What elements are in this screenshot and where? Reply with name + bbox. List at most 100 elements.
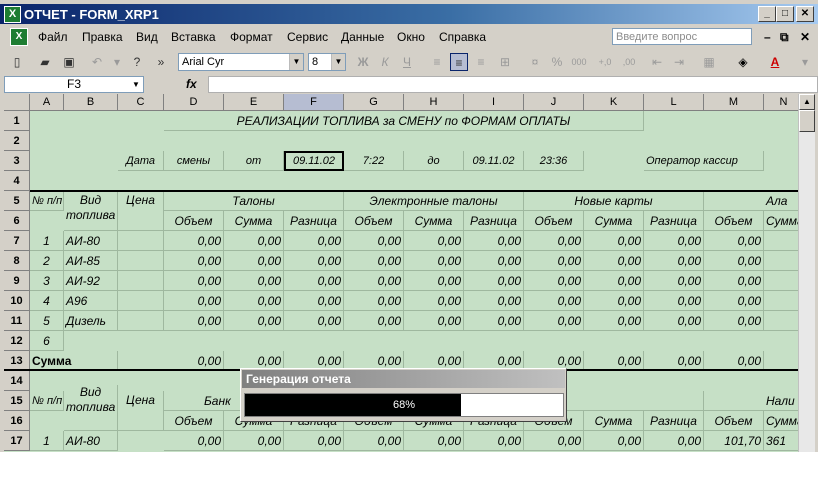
chevron-down-icon[interactable]: ▼: [331, 54, 345, 70]
value-cell[interactable]: 0,00: [584, 431, 644, 451]
chevron-down-icon[interactable]: ▼: [289, 54, 303, 70]
value-cell[interactable]: 0,00: [404, 251, 464, 271]
value-cell[interactable]: 0,00: [164, 251, 224, 271]
total-cell[interactable]: 0,00: [584, 351, 644, 371]
num-header[interactable]: № п/п: [30, 191, 64, 211]
column-header-l[interactable]: L: [644, 94, 704, 111]
menu-data[interactable]: Данные: [341, 30, 384, 44]
price-cell[interactable]: [118, 251, 164, 271]
thousands-button[interactable]: 000: [570, 53, 588, 71]
decrease-indent-icon[interactable]: ⇤: [648, 53, 666, 71]
value-cell[interactable]: 0,00: [284, 431, 344, 451]
scroll-thumb[interactable]: [799, 110, 815, 132]
column-header-j[interactable]: J: [524, 94, 584, 111]
fuel-type-cell[interactable]: Дизель: [64, 311, 118, 331]
value-cell[interactable]: 0,00: [704, 271, 764, 291]
workbook-icon[interactable]: X: [10, 28, 28, 46]
value-cell[interactable]: 361: [764, 431, 798, 451]
row-header-6[interactable]: 6: [4, 211, 30, 231]
total-cell[interactable]: 0,00: [164, 351, 224, 371]
value-cell[interactable]: 0,00: [464, 251, 524, 271]
from-date-cell[interactable]: 09.11.02: [284, 151, 344, 171]
value-cell[interactable]: 0,00: [404, 271, 464, 291]
column-header-e[interactable]: E: [224, 94, 284, 111]
value-cell[interactable]: [764, 311, 798, 331]
value-cell[interactable]: 0,00: [464, 291, 524, 311]
italic-button[interactable]: К: [376, 53, 394, 71]
menu-insert[interactable]: Вставка: [171, 30, 216, 44]
vertical-scrollbar[interactable]: ▲: [798, 94, 815, 452]
fuel-type-cell[interactable]: АИ-92: [64, 271, 118, 291]
value-cell[interactable]: 0,00: [224, 311, 284, 331]
electronic-coupons-header[interactable]: Электронные талоны: [344, 191, 524, 211]
value-cell[interactable]: 0,00: [464, 271, 524, 291]
menu-window[interactable]: Окно: [397, 30, 425, 44]
price-cell[interactable]: [118, 311, 164, 331]
doc-minimize-button[interactable]: –: [764, 30, 771, 44]
value-cell[interactable]: 0,00: [224, 231, 284, 251]
alpha-header[interactable]: Ала: [704, 191, 798, 211]
row-header-17[interactable]: 17: [4, 431, 30, 451]
row-header-15[interactable]: 15: [4, 391, 30, 411]
value-cell[interactable]: 0,00: [464, 231, 524, 251]
num-header[interactable]: № п/п: [30, 391, 64, 411]
value-cell[interactable]: 0,00: [404, 231, 464, 251]
value-cell[interactable]: 0,00: [524, 291, 584, 311]
new-cards-header[interactable]: Новые карты: [524, 191, 704, 211]
subheader-volume[interactable]: Объем: [344, 211, 404, 231]
value-cell[interactable]: 0,00: [704, 311, 764, 331]
value-cell[interactable]: 0,00: [644, 251, 704, 271]
value-cell[interactable]: 0,00: [584, 271, 644, 291]
fuel-type-header[interactable]: Вид топлива: [64, 191, 118, 231]
value-cell[interactable]: 0,00: [644, 271, 704, 291]
align-right-icon[interactable]: ≡: [472, 53, 490, 71]
value-cell[interactable]: 0,00: [584, 251, 644, 271]
value-cell[interactable]: 0,00: [704, 291, 764, 311]
row-header-13[interactable]: 13: [4, 351, 30, 371]
row-number[interactable]: 5: [30, 311, 64, 331]
value-cell[interactable]: 0,00: [524, 431, 584, 451]
ask-question-input[interactable]: Введите вопрос: [612, 28, 752, 45]
font-color-icon[interactable]: A: [766, 53, 784, 71]
date-label[interactable]: Дата: [118, 151, 164, 171]
subheader-sum[interactable]: Сумма: [584, 411, 644, 431]
formula-input[interactable]: [208, 76, 818, 93]
select-all-corner[interactable]: [4, 94, 30, 111]
value-cell[interactable]: [764, 291, 798, 311]
row-number[interactable]: 3: [30, 271, 64, 291]
row-header-10[interactable]: 10: [4, 291, 30, 311]
value-cell[interactable]: 0,00: [644, 311, 704, 331]
value-cell[interactable]: 0,00: [344, 291, 404, 311]
name-box[interactable]: F3 ▼: [4, 76, 144, 93]
row-header-1[interactable]: 1: [4, 111, 30, 131]
value-cell[interactable]: 0,00: [164, 291, 224, 311]
increase-decimal-button[interactable]: +,0: [596, 53, 614, 71]
value-cell[interactable]: 0,00: [284, 231, 344, 251]
menu-format[interactable]: Формат: [230, 30, 273, 44]
value-cell[interactable]: 0,00: [404, 291, 464, 311]
close-button[interactable]: ✕: [796, 6, 814, 22]
column-header-c[interactable]: C: [118, 94, 164, 111]
maximize-button[interactable]: □: [776, 6, 794, 22]
row-number[interactable]: 4: [30, 291, 64, 311]
doc-restore-button[interactable]: ⧉: [780, 30, 789, 45]
row-header-3[interactable]: 3: [4, 151, 30, 171]
value-cell[interactable]: 0,00: [644, 431, 704, 451]
cash-header[interactable]: Нали: [704, 391, 798, 411]
row-header-2[interactable]: 2: [4, 131, 30, 151]
excel-icon[interactable]: X: [4, 6, 21, 23]
subheader-diff[interactable]: Разница: [464, 211, 524, 231]
value-cell[interactable]: 0,00: [524, 251, 584, 271]
operator-label[interactable]: Оператор кассир: [644, 151, 764, 171]
price-header[interactable]: Цена: [118, 191, 164, 231]
increase-indent-icon[interactable]: ⇥: [670, 53, 688, 71]
fuel-type-cell[interactable]: АИ-80: [64, 231, 118, 251]
row-header-7[interactable]: 7: [4, 231, 30, 251]
value-cell[interactable]: 0,00: [524, 311, 584, 331]
total-cell[interactable]: 0,00: [644, 351, 704, 371]
subheader-volume[interactable]: Объем: [704, 411, 764, 431]
help-icon[interactable]: ?: [128, 53, 146, 71]
undo-dropdown-icon[interactable]: ▾: [108, 53, 126, 71]
menu-file[interactable]: Файл: [38, 30, 68, 44]
column-header-m[interactable]: M: [704, 94, 764, 111]
